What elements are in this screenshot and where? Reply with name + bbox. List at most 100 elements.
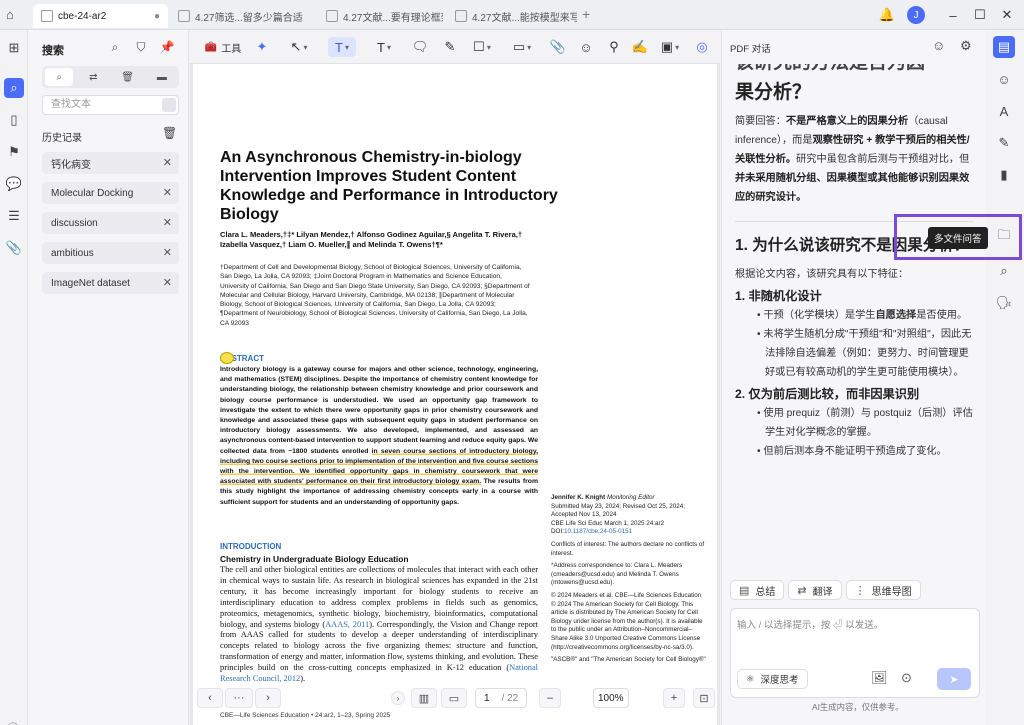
translate-icon[interactable]: A	[993, 100, 1015, 122]
tab-document[interactable]: 4.27筛选...留多少篇合适	[170, 4, 314, 28]
delete-icon[interactable]: 🗑	[114, 68, 142, 86]
prev-icon[interactable]: ‹	[197, 688, 223, 708]
settings-icon[interactable]: ⚙	[960, 38, 972, 54]
search-icon[interactable]: ⌕	[4, 78, 24, 98]
page-current: 1	[484, 692, 490, 704]
tab-document[interactable]: 4.27文献...能按模型来写	[447, 4, 577, 28]
home-icon[interactable]: ⌂	[6, 7, 14, 22]
search-doc-icon[interactable]: ⌕	[993, 260, 1015, 282]
paper-title: An Asynchronous Chemistry-in-biology Int…	[220, 149, 558, 223]
ocr-tool-icon[interactable]: ▣ ▾	[656, 37, 684, 57]
bell-icon[interactable]: 🔔	[878, 6, 896, 24]
remove-icon[interactable]: ✕	[163, 216, 172, 229]
document-viewer[interactable]: An Asynchronous Chemistry-in-biology Int…	[190, 64, 720, 725]
document-icon	[326, 10, 338, 22]
search-input[interactable]: 查找文本	[42, 95, 179, 115]
comment-annotation-icon[interactable]	[220, 352, 234, 364]
stamp-tool-icon[interactable]: ⚲	[604, 37, 624, 57]
summary-icon[interactable]: ✎	[993, 132, 1015, 154]
highlight-text-icon[interactable]: T ▾	[328, 37, 356, 57]
page-layout-icon[interactable]: ▥	[411, 688, 437, 708]
comment-tool-icon[interactable]: 🗨	[410, 37, 430, 57]
redact-icon[interactable]: ▬	[148, 68, 176, 86]
avatar[interactable]: J	[907, 6, 925, 24]
next-icon[interactable]: ›	[255, 688, 281, 708]
measure-tool-icon[interactable]: ▭ ▾	[508, 37, 536, 57]
remove-icon[interactable]: ✕	[163, 186, 172, 199]
subsection-heading: 2. 仅为前后测比较，而非因果识别	[735, 387, 920, 401]
layers-icon[interactable]: ☰	[4, 206, 24, 226]
zoom-in-icon[interactable]: +	[663, 688, 685, 708]
answer-bold: 并未采用随机分组、因果模型或其他能够识别因果效应的研究设计。	[735, 173, 970, 203]
presentation-icon[interactable]: ▭	[441, 688, 467, 708]
ai-chat-icon[interactable]: ☺	[993, 68, 1015, 90]
clear-history-icon[interactable]: 🗑	[162, 126, 177, 140]
send-button[interactable]: ➤	[937, 668, 971, 690]
pen-tool-icon[interactable]: ✎	[440, 37, 460, 57]
history-item[interactable]: Molecular Docking ✕	[42, 182, 179, 204]
search-icon[interactable]: ⌕	[45, 68, 74, 86]
translate-button[interactable]: ⇄ 翻译	[788, 580, 842, 600]
search-go-button[interactable]	[162, 98, 176, 112]
tab-document[interactable]: 4.27文献...要有理论框架	[318, 4, 443, 28]
pin-icon[interactable]: 📌	[159, 39, 175, 55]
maximize-button[interactable]: ☐	[971, 6, 989, 24]
tab-document-active[interactable]: cbe-24-ar2 ●	[33, 4, 168, 28]
help-icon[interactable]: ⓘ	[7, 720, 19, 725]
signature-tool-icon[interactable]: ✍	[630, 37, 650, 57]
book-icon[interactable]: ▮	[993, 164, 1015, 186]
sticker-tool-icon[interactable]: ☺	[576, 37, 596, 57]
ai-sparkle-icon[interactable]: ✦	[252, 37, 272, 57]
text-tool-icon[interactable]: T ▾	[370, 37, 398, 57]
copyright: © 2024 Meaders et al. CBE—Life Sciences …	[551, 591, 703, 651]
image-upload-icon[interactable]: 🖼	[871, 670, 888, 686]
emoji-icon[interactable]: ☺	[932, 38, 945, 53]
zoom-out-icon[interactable]: –	[539, 688, 561, 708]
ai-assistant-icon[interactable]: ◎	[692, 37, 712, 57]
new-tab-button[interactable]: +	[582, 6, 590, 22]
summarize-button[interactable]: ▤ 总结	[730, 580, 785, 600]
screenshot-icon[interactable]: ⊙	[901, 670, 912, 686]
intro-heading: INTRODUCTION	[220, 542, 282, 551]
history-item[interactable]: ambitious ✕	[42, 242, 179, 264]
minimize-button[interactable]: –	[944, 6, 962, 24]
history-item[interactable]: ImageNet dataset ✕	[42, 272, 179, 294]
replace-icon[interactable]: ⇄	[79, 68, 107, 86]
bookmark-icon[interactable]: ⚑	[4, 142, 24, 162]
citation-link[interactable]: AAAS, 2011	[325, 620, 369, 629]
close-window-button[interactable]: ✕	[998, 6, 1016, 24]
document-icon	[41, 10, 53, 22]
filter-icon[interactable]: ⛉	[133, 39, 149, 55]
main-toolbar: 🧰 工具 ✦ ↖ ▾ T ▾ T ▾ 🗨 ✎ ☐ ▾ ▭ ▾ 📎 ☺ ⚲ ✍ ▣ ▾ ◎	[190, 30, 720, 64]
close-tab-icon[interactable]: ●	[148, 11, 160, 22]
remove-icon[interactable]: ✕	[163, 276, 172, 289]
attachment-icon[interactable]: 📎	[4, 238, 24, 258]
history-item[interactable]: discussion ✕	[42, 212, 179, 234]
mindmap-button[interactable]: ⋮ 思维导图	[845, 580, 921, 600]
fit-page-icon[interactable]: ⊡	[693, 688, 715, 708]
comment-icon[interactable]: 💬	[4, 174, 24, 194]
page-number-input[interactable]: 1 / 22	[475, 688, 527, 708]
more-button[interactable]: ···	[225, 688, 253, 708]
history-item-label: Molecular Docking	[51, 187, 134, 199]
page-icon[interactable]: ▯	[4, 110, 24, 130]
tooltip: 多文件问答	[928, 227, 988, 249]
tools-button[interactable]: 🧰 工具	[202, 37, 244, 57]
chat-input[interactable]: 输入 / 以选择提示，按 ⏎ 以发送。 ⚛ 深度思考 🖼 ⊙ ➤	[730, 608, 980, 698]
select-tool-icon[interactable]: ↖ ▾	[286, 37, 312, 57]
doi-link[interactable]: 10.1187/cbe.24-05-0151	[564, 528, 632, 535]
apps-icon[interactable]: ⊞	[4, 38, 24, 58]
quick-actions: ▤ 总结 ⇄ 翻译 ⋮ 思维导图	[730, 580, 921, 600]
editor-role: Monitoring Editor	[605, 494, 655, 501]
collapse-icon[interactable]: ›	[391, 691, 405, 705]
deep-think-toggle[interactable]: ⚛ 深度思考	[737, 669, 808, 689]
ai-search-icon[interactable]: ⌕	[107, 39, 123, 55]
speaker-icon[interactable]: 🗣	[993, 292, 1015, 314]
pdf-chat-icon[interactable]: ▤	[993, 36, 1015, 58]
attach-tool-icon[interactable]: 📎	[548, 37, 568, 57]
zoom-level[interactable]: 100%	[593, 688, 629, 708]
remove-icon[interactable]: ✕	[163, 246, 172, 259]
shape-tool-icon[interactable]: ☐ ▾	[468, 37, 496, 57]
history-item[interactable]: 钙化病变 ✕	[42, 152, 179, 174]
remove-icon[interactable]: ✕	[163, 156, 172, 169]
